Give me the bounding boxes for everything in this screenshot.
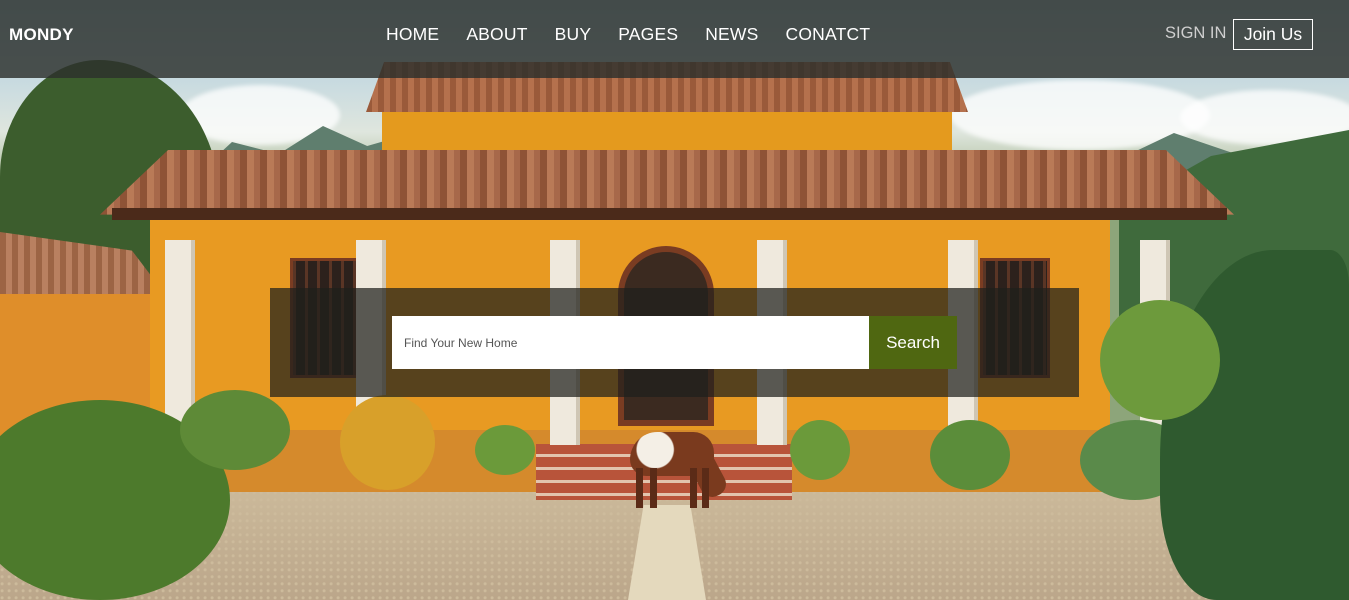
nav-item-buy[interactable]: BUY [555, 24, 592, 45]
nav-item-news[interactable]: NEWS [705, 24, 758, 45]
nav-item-contact[interactable]: CONATCT [786, 24, 871, 45]
join-us-button[interactable]: Join Us [1233, 19, 1313, 50]
site-logo[interactable]: MONDY [9, 25, 74, 45]
nav-item-pages[interactable]: PAGES [618, 24, 678, 45]
main-nav: HOME ABOUT BUY PAGES NEWS CONATCT [386, 24, 870, 45]
sign-in-link[interactable]: SIGN IN [1165, 24, 1226, 43]
search-button[interactable]: Search [869, 316, 957, 369]
nav-item-home[interactable]: HOME [386, 24, 439, 45]
top-navigation-bar: MONDY HOME ABOUT BUY PAGES NEWS CONATCT … [0, 0, 1349, 78]
search-input[interactable] [392, 316, 869, 369]
nav-item-about[interactable]: ABOUT [466, 24, 527, 45]
